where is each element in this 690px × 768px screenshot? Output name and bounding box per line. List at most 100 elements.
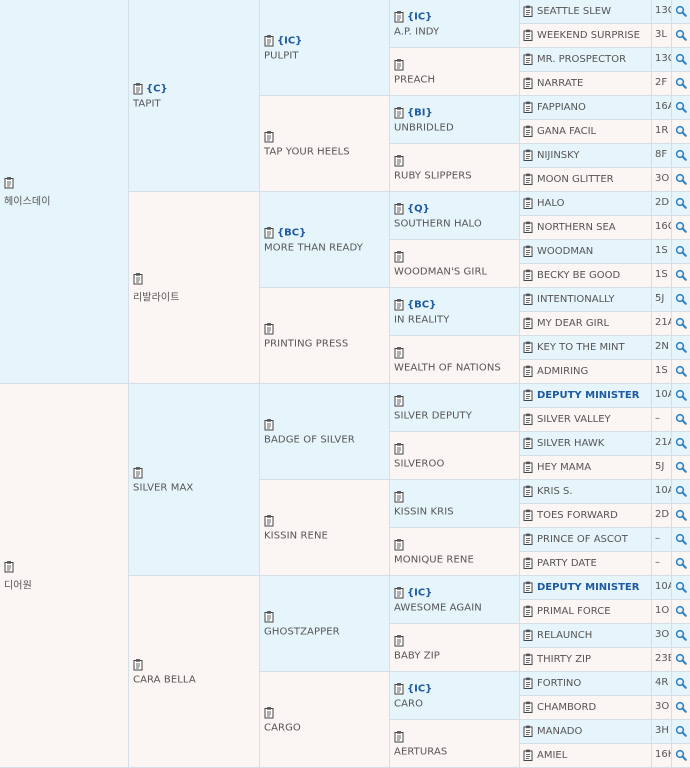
gen4-cell[interactable]: {Q} SOUTHERN HALO — [390, 192, 520, 240]
clipboard-icon[interactable] — [523, 389, 533, 401]
horse-name[interactable]: AWESOME AGAIN — [394, 602, 517, 613]
clipboard-icon[interactable] — [523, 317, 533, 329]
gen5-cell[interactable]: NORTHERN SEA — [520, 216, 652, 240]
clipboard-icon[interactable] — [523, 509, 533, 521]
clipboard-icon[interactable] — [523, 197, 533, 209]
clipboard-icon[interactable] — [523, 485, 533, 497]
gen5-cell[interactable]: MY DEAR GIRL — [520, 312, 652, 336]
horse-name[interactable]: PRINTING PRESS — [264, 338, 387, 349]
horse-name[interactable]: NORTHERN SEA — [537, 222, 616, 233]
clipboard-icon[interactable] — [523, 653, 533, 665]
clipboard-icon[interactable] — [394, 635, 404, 647]
clipboard-icon[interactable] — [4, 177, 14, 189]
gen5-cell[interactable]: AMIEL — [520, 744, 652, 768]
clipboard-icon[interactable] — [264, 227, 274, 239]
horse-name[interactable]: TAP YOUR HEELS — [264, 146, 387, 157]
clipboard-icon[interactable] — [133, 83, 143, 95]
clipboard-icon[interactable] — [523, 173, 533, 185]
horse-name[interactable]: GANA FACIL — [537, 126, 596, 137]
clipboard-icon[interactable] — [394, 683, 404, 695]
horse-name[interactable]: HEY MAMA — [537, 462, 591, 473]
gen5-cell[interactable]: NIJINSKY — [520, 144, 652, 168]
gen5-cell[interactable]: MOON GLITTER — [520, 168, 652, 192]
horse-name[interactable]: PREACH — [394, 74, 517, 85]
gen2-cell[interactable]: {C} TAPIT — [129, 0, 260, 192]
horse-name[interactable]: KRIS S. — [537, 486, 573, 497]
horse-name[interactable]: WEEKEND SURPRISE — [537, 30, 640, 41]
search-button[interactable] — [672, 312, 690, 336]
clipboard-icon[interactable] — [523, 29, 533, 41]
gen4-cell[interactable]: KISSIN KRIS — [390, 480, 520, 528]
horse-name[interactable]: KEY TO THE MINT — [537, 342, 625, 353]
search-button[interactable] — [672, 528, 690, 552]
search-button[interactable] — [672, 696, 690, 720]
clipboard-icon[interactable] — [523, 269, 533, 281]
search-button[interactable] — [672, 600, 690, 624]
gen5-cell[interactable]: PRIMAL FORCE — [520, 600, 652, 624]
clipboard-icon[interactable] — [523, 5, 533, 17]
horse-name[interactable]: SILVER DEPUTY — [394, 410, 517, 421]
clipboard-icon[interactable] — [394, 251, 404, 263]
gen5-cell[interactable]: HALO — [520, 192, 652, 216]
horse-name[interactable]: PRIMAL FORCE — [537, 606, 611, 617]
search-button[interactable] — [672, 432, 690, 456]
horse-name[interactable]: 리발라이트 — [133, 288, 257, 303]
horse-name[interactable]: SOUTHERN HALO — [394, 218, 517, 229]
clipboard-icon[interactable] — [523, 701, 533, 713]
horse-name[interactable]: MY DEAR GIRL — [537, 318, 609, 329]
search-button[interactable] — [672, 120, 690, 144]
gen5-cell[interactable]: DEPUTY MINISTER — [520, 576, 652, 600]
clipboard-icon[interactable] — [133, 273, 143, 285]
gen4-cell[interactable]: AERTURAS — [390, 720, 520, 768]
gen5-cell[interactable]: MANADO — [520, 720, 652, 744]
search-button[interactable] — [672, 96, 690, 120]
search-button[interactable] — [672, 744, 690, 768]
search-button[interactable] — [672, 48, 690, 72]
gen4-cell[interactable]: WOODMAN'S GIRL — [390, 240, 520, 288]
clipboard-icon[interactable] — [523, 245, 533, 257]
gen4-cell[interactable]: BABY ZIP — [390, 624, 520, 672]
horse-name[interactable]: MR. PROSPECTOR — [537, 54, 626, 65]
gen2-cell[interactable]: 리발라이트 — [129, 192, 260, 384]
gen5-cell[interactable]: HEY MAMA — [520, 456, 652, 480]
clipboard-icon[interactable] — [133, 659, 143, 671]
gen2-cell[interactable]: CARA BELLA — [129, 576, 260, 768]
clipboard-icon[interactable] — [523, 557, 533, 569]
gen4-cell[interactable]: {IC} AWESOME AGAIN — [390, 576, 520, 624]
search-button[interactable] — [672, 384, 690, 408]
horse-name[interactable]: MOON GLITTER — [537, 174, 614, 185]
gen3-cell[interactable]: KISSIN RENE — [260, 480, 390, 576]
clipboard-icon[interactable] — [264, 35, 274, 47]
gen3-cell[interactable]: BADGE OF SILVER — [260, 384, 390, 480]
horse-name[interactable]: GHOSTZAPPER — [264, 626, 387, 637]
horse-name[interactable]: A.P. INDY — [394, 26, 517, 37]
gen4-cell[interactable]: MONIQUE RENE — [390, 528, 520, 576]
gen5-cell[interactable]: KEY TO THE MINT — [520, 336, 652, 360]
clipboard-icon[interactable] — [523, 53, 533, 65]
horse-name[interactable]: WEALTH OF NATIONS — [394, 362, 517, 373]
search-button[interactable] — [672, 672, 690, 696]
clipboard-icon[interactable] — [264, 131, 274, 143]
clipboard-icon[interactable] — [523, 413, 533, 425]
horse-name[interactable]: UNBRIDLED — [394, 122, 517, 133]
gen5-cell[interactable]: RELAUNCH — [520, 624, 652, 648]
search-button[interactable] — [672, 648, 690, 672]
gen4-cell[interactable]: {IC} CARO — [390, 672, 520, 720]
clipboard-icon[interactable] — [523, 461, 533, 473]
gen5-cell[interactable]: FAPPIANO — [520, 96, 652, 120]
clipboard-icon[interactable] — [394, 347, 404, 359]
horse-name[interactable]: KISSIN KRIS — [394, 506, 517, 517]
clipboard-icon[interactable] — [264, 419, 274, 431]
gen5-cell[interactable]: INTENTIONALLY — [520, 288, 652, 312]
clipboard-icon[interactable] — [523, 725, 533, 737]
clipboard-icon[interactable] — [394, 587, 404, 599]
gen3-cell[interactable]: GHOSTZAPPER — [260, 576, 390, 672]
search-button[interactable] — [672, 168, 690, 192]
horse-name[interactable]: CARA BELLA — [133, 674, 257, 685]
search-button[interactable] — [672, 240, 690, 264]
horse-name[interactable]: RELAUNCH — [537, 630, 592, 641]
clipboard-icon[interactable] — [523, 437, 533, 449]
gen5-cell[interactable]: BECKY BE GOOD — [520, 264, 652, 288]
horse-name[interactable]: MONIQUE RENE — [394, 554, 517, 565]
search-button[interactable] — [672, 624, 690, 648]
